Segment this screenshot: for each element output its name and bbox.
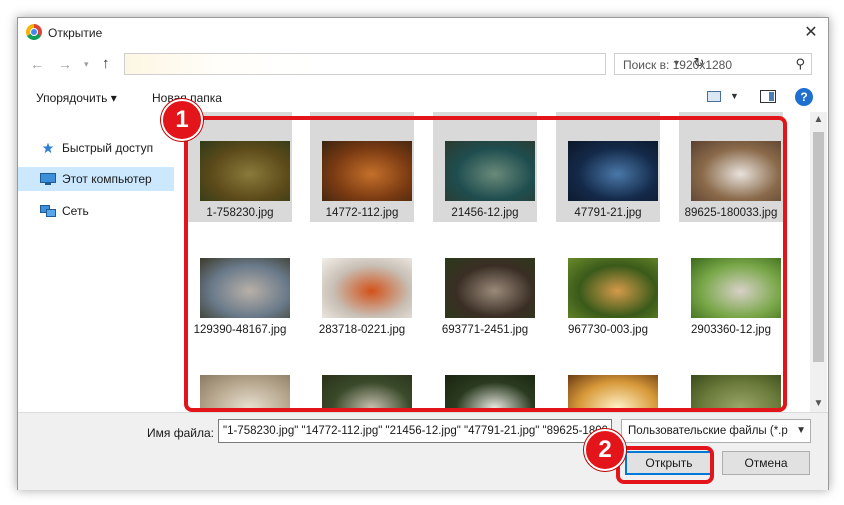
address-bar[interactable]: ▾ ↻ — [124, 53, 704, 75]
preview-pane-icon[interactable] — [760, 90, 776, 103]
toolbar: Упорядочить ▾ Новая папка ▼ ? — [18, 82, 828, 112]
vertical-scrollbar[interactable]: ▲ ▼ — [810, 112, 827, 412]
navigation-bar: ← → ▾ ↑ ▾ ↻ ⚲ — [18, 48, 828, 82]
annotation-badge-1: 1 — [161, 99, 203, 141]
recent-locations-icon[interactable]: ▾ — [84, 59, 89, 70]
computer-icon — [40, 173, 56, 185]
forward-icon[interactable]: → — [58, 56, 72, 72]
network-icon — [40, 205, 56, 217]
view-chevron-down-icon[interactable]: ▼ — [730, 91, 739, 101]
sidebar-item-this-pc[interactable]: Этот компьютер — [18, 167, 174, 191]
annotation-box-files — [184, 116, 787, 412]
view-mode-icon[interactable] — [707, 91, 721, 102]
search-input[interactable] — [615, 54, 795, 76]
chrome-icon — [26, 24, 42, 40]
navigation-pane: Быстрый доступ Этот компьютер Сеть — [18, 112, 182, 412]
organize-button[interactable]: Упорядочить ▾ — [36, 91, 117, 105]
scroll-down-icon[interactable]: ▼ — [810, 396, 827, 412]
close-button[interactable]: ✕ — [800, 22, 822, 44]
filename-input[interactable] — [218, 419, 612, 443]
title-bar: Открытие ✕ — [18, 18, 828, 48]
annotation-box-open — [616, 446, 714, 484]
filetype-value: Пользовательские файлы (*.p — [628, 425, 788, 437]
scroll-up-icon[interactable]: ▲ — [810, 112, 827, 128]
search-box: ⚲ — [614, 53, 812, 76]
cancel-button[interactable]: Отмена — [722, 451, 810, 475]
annotation-badge-2: 2 — [584, 429, 626, 471]
filetype-select[interactable]: Пользовательские файлы (*.p ▼ — [621, 419, 811, 443]
sidebar-item-label: Быстрый доступ — [62, 141, 154, 155]
dialog-title: Открытие — [48, 26, 103, 40]
sidebar-item-label: Сеть — [62, 204, 89, 218]
search-icon[interactable]: ⚲ — [795, 56, 805, 72]
scroll-thumb[interactable] — [813, 132, 824, 362]
help-icon[interactable]: ? — [795, 88, 813, 106]
chevron-down-icon: ▼ — [796, 425, 806, 436]
back-icon[interactable]: ← — [30, 56, 44, 72]
sidebar-item-label: Этот компьютер — [62, 172, 152, 186]
filename-label: Имя файла: — [147, 426, 214, 440]
up-icon[interactable]: ↑ — [102, 55, 110, 72]
sidebar-item-network[interactable]: Сеть — [18, 199, 174, 223]
star-icon — [42, 142, 54, 154]
sidebar-item-quick-access[interactable]: Быстрый доступ — [18, 136, 174, 160]
